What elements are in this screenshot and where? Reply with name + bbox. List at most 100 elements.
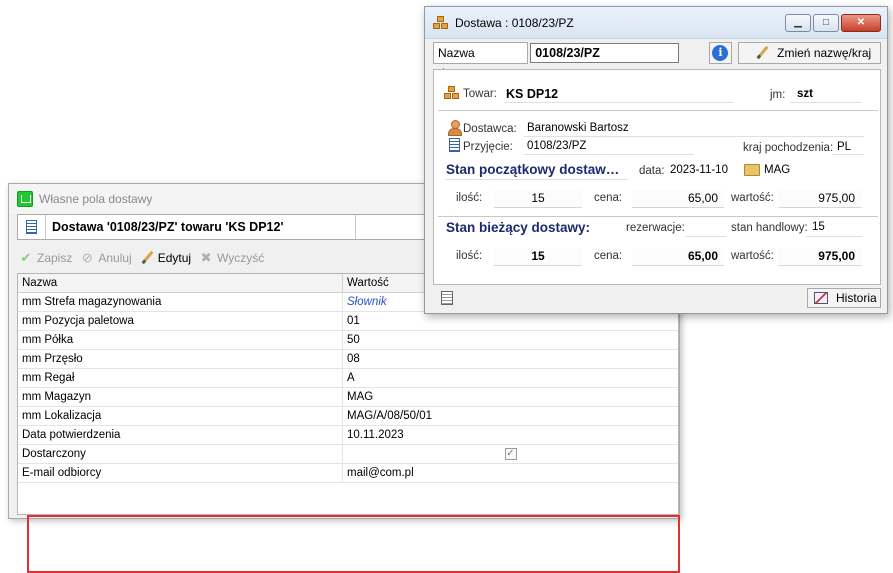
- cell-value[interactable]: A: [343, 369, 678, 387]
- delivered-checkbox[interactable]: ✓: [504, 448, 517, 460]
- current-qty-box: 15: [494, 248, 582, 266]
- basket-icon: [17, 191, 33, 207]
- cell-value-checkbox[interactable]: ✓: [343, 445, 678, 463]
- initial-title-underline: [446, 179, 628, 180]
- notepad-icon[interactable]: [441, 291, 453, 305]
- delivery-statusbar: Historia: [433, 287, 881, 309]
- unit-label: jm:: [770, 89, 786, 101]
- checkmark-icon: ✔: [20, 250, 32, 265]
- reservations-underline: [686, 236, 726, 237]
- receipt-label: Przyjęcie:: [463, 141, 513, 153]
- table-row[interactable]: mm Lokalizacja MAG/A/08/50/01: [18, 407, 678, 426]
- info-icon: i: [712, 45, 729, 61]
- table-row[interactable]: Data potwierdzenia 10.11.2023: [18, 426, 678, 445]
- initial-value-box: 975,00: [779, 190, 861, 208]
- origin-country-underline: [832, 154, 864, 155]
- column-header-name[interactable]: Nazwa: [18, 274, 343, 292]
- initial-qty-label: ilość:: [456, 192, 483, 204]
- warehouse-folder-icon: [744, 164, 760, 176]
- document-icon-box: [18, 215, 46, 239]
- cell-value[interactable]: mail@com.pl: [343, 464, 678, 482]
- product-label: Towar:: [463, 88, 497, 100]
- supplier-person-icon: [447, 120, 462, 136]
- table-row[interactable]: mm Pozycja paletowa 01: [18, 312, 678, 331]
- unit-underline: [790, 102, 862, 103]
- cell-name: Data potwierdzenia: [18, 426, 343, 444]
- table-row[interactable]: mm Półka 50: [18, 331, 678, 350]
- current-state-title: Stan bieżący dostawy:: [446, 220, 591, 235]
- table-row[interactable]: E-mail odbiorcy mail@com.pl: [18, 464, 678, 483]
- delivery-window-title: Dostawa : 0108/23/PZ: [455, 15, 574, 30]
- origin-country-label: kraj pochodzenia:: [743, 142, 834, 154]
- cell-value[interactable]: 50: [343, 331, 678, 349]
- pallet-blocks-icon: [433, 15, 449, 30]
- trade-stock-label: stan handlowy:: [731, 222, 808, 234]
- document-title: Dostawa '0108/23/PZ' towaru 'KS DP12': [46, 215, 356, 239]
- current-price-label: cena:: [594, 250, 623, 262]
- cell-name: E-mail odbiorcy: [18, 464, 343, 482]
- cell-name: mm Strefa magazynowania: [18, 293, 343, 311]
- trade-stock-value: 15: [812, 221, 825, 233]
- current-value-box: 975,00: [779, 248, 861, 266]
- table-row[interactable]: Dostarczony ✓: [18, 445, 678, 464]
- cell-value[interactable]: 01: [343, 312, 678, 330]
- pallet-blocks-icon: [444, 86, 460, 100]
- table-row[interactable]: mm Magazyn MAG: [18, 388, 678, 407]
- table-row[interactable]: mm Regał A: [18, 369, 678, 388]
- window-controls: ▁ □ ✕: [783, 13, 881, 32]
- minimize-button[interactable]: ▁: [785, 13, 811, 32]
- delivery-details-panel: Towar: KS DP12 jm: szt Dostawca: Baranow…: [433, 69, 881, 285]
- separator: [438, 216, 878, 217]
- cell-name: mm Półka: [18, 331, 343, 349]
- initial-value-label: wartość:: [731, 192, 774, 204]
- table-row[interactable]: mm Przęsło 08: [18, 350, 678, 369]
- save-button-label: Zapisz: [37, 251, 73, 265]
- current-price-box: 65,00: [632, 248, 724, 266]
- origin-country-value: PL: [837, 141, 852, 153]
- delivery-name-label: Nazwa dostawy:: [433, 42, 529, 80]
- close-icon: ✕: [856, 17, 866, 28]
- product-value: KS DP12: [506, 87, 559, 101]
- initial-price-box: 65,00: [632, 190, 724, 208]
- cell-value[interactable]: 08: [343, 350, 678, 368]
- cell-value[interactable]: 10.11.2023: [343, 426, 678, 444]
- initial-date-label: data:: [639, 165, 665, 177]
- info-button[interactable]: i: [708, 42, 733, 64]
- current-value-label: wartość:: [731, 250, 774, 262]
- receipt-document-icon: [449, 138, 460, 152]
- cell-value[interactable]: MAG/A/08/50/01: [343, 407, 678, 425]
- delivery-name-row: Nazwa dostawy: 0108/23/PZ i Zmień nazwę/…: [433, 42, 882, 80]
- custom-fields-toolbar: ✔ Zapisz ⊘ Anuluj Edytuj ✖ Wyczyść: [19, 248, 272, 268]
- close-button[interactable]: ✕: [841, 13, 881, 32]
- maximize-button[interactable]: □: [813, 13, 839, 32]
- receipt-underline: [524, 154, 694, 155]
- cell-name: mm Lokalizacja: [18, 407, 343, 425]
- cell-name: mm Regał: [18, 369, 343, 387]
- delivery-window: Dostawa : 0108/23/PZ ▁ □ ✕ Nazwa dostawy…: [424, 6, 888, 314]
- cell-value[interactable]: MAG: [343, 388, 678, 406]
- cell-name: mm Magazyn: [18, 388, 343, 406]
- edit-button[interactable]: Edytuj: [140, 251, 191, 265]
- rename-button[interactable]: Zmień nazwę/kraj: [738, 42, 882, 64]
- initial-date-value: 2023-11-10: [670, 164, 728, 176]
- save-button[interactable]: ✔ Zapisz: [19, 250, 73, 266]
- initial-warehouse-value: MAG: [764, 164, 791, 176]
- supplier-underline: [524, 136, 864, 137]
- history-button-label: Historia: [836, 291, 877, 305]
- cancel-button[interactable]: ⊘ Anuluj: [80, 250, 132, 266]
- delivery-name-field[interactable]: 0108/23/PZ: [530, 43, 679, 63]
- initial-price-label: cena:: [594, 192, 623, 204]
- cell-name: Dostarczony: [18, 445, 343, 463]
- clear-button-label: Wyczyść: [217, 251, 265, 265]
- receipt-value[interactable]: 0108/23/PZ: [527, 140, 586, 152]
- custom-fields-window-title: Własne pola dostawy: [39, 192, 153, 206]
- product-underline: [504, 102, 734, 103]
- history-button[interactable]: Historia: [807, 288, 881, 308]
- unit-value: szt: [797, 88, 813, 100]
- clear-button[interactable]: ✖ Wyczyść: [199, 250, 265, 266]
- separator: [438, 110, 878, 111]
- cancel-icon: ⊘: [81, 250, 93, 265]
- delivery-titlebar[interactable]: Dostawa : 0108/23/PZ ▁ □ ✕: [425, 7, 887, 39]
- cell-name: mm Pozycja paletowa: [18, 312, 343, 330]
- initial-qty-box: 15: [494, 190, 582, 208]
